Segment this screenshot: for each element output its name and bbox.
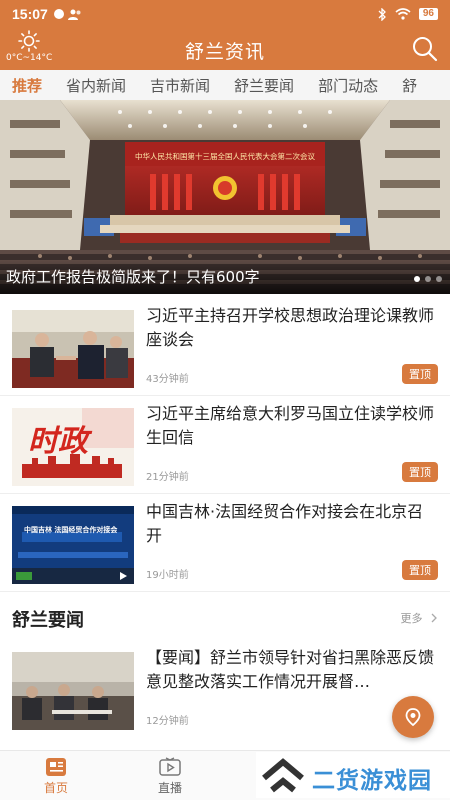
news-item[interactable]: 中国吉林 法国经贸合作对接会 中国吉林·法国经贸合作对接会在北京召开 19小时前… — [0, 494, 450, 592]
conference-thumb-text: 中国吉林 法国经贸合作对接会 — [24, 526, 118, 534]
contacts-icon — [67, 9, 81, 20]
news-thumbnail — [12, 652, 134, 730]
section-title: 舒兰要闻 — [12, 610, 84, 631]
watermark: 二货游戏园 — [256, 752, 450, 798]
bluetooth-icon — [378, 7, 386, 21]
more-link[interactable]: 更多 — [401, 610, 439, 626]
carousel-dot — [414, 276, 420, 282]
app-title: 舒兰资讯 — [184, 41, 265, 63]
search-button[interactable] — [410, 34, 440, 64]
pinned-badge: 置顶 — [402, 462, 438, 482]
news-title: 习近平主持召开学校思想政治理论课教师座谈会 — [146, 306, 435, 349]
battery-indicator: 96 — [418, 8, 438, 20]
status-bar: 15:07 96 — [0, 0, 450, 28]
hero-banner-text: 中华人民共和国第十三届全国人民代表大会第二次会议 — [135, 151, 315, 161]
tab-shulan-news[interactable]: 舒兰要闻 — [222, 75, 306, 96]
hero-caption: 政府工作报告极简版来了！只有600字 — [0, 260, 450, 294]
location-float-button[interactable] — [392, 696, 434, 738]
nav-home-label: 首页 — [43, 781, 68, 795]
news-time: 43分钟前 — [146, 374, 189, 385]
watermark-text: 二货游戏园 — [312, 768, 432, 794]
news-item[interactable]: 时政 习近平主席给意大利罗马国立住读学校师生回信 21分钟前 置顶 — [0, 396, 450, 494]
news-title: 中国吉林·法国经贸合作对接会在北京召开 — [146, 502, 424, 545]
politics-thumb-text: 时政 — [28, 424, 88, 459]
tab-department-news[interactable]: 部门动态 — [306, 75, 390, 96]
news-time: 21分钟前 — [146, 472, 189, 483]
news-item[interactable]: 【要闻】舒兰市领导针对省扫黑除恶反馈意见整改落实工作情况开展督… 12分钟前 — [0, 640, 450, 738]
news-title: 习近平主席给意大利罗马国立住读学校师生回信 — [146, 404, 435, 447]
search-icon — [413, 37, 438, 62]
hero-carousel[interactable]: 中华人民共和国第十三届全国人民代表大会第二次会议 政府工作报告极简版来了！只有6… — [0, 100, 450, 294]
pinned-badge: 置顶 — [402, 364, 438, 384]
watermark-logo-icon — [262, 758, 304, 793]
more-label: 更多 — [400, 612, 423, 625]
meeting-photo — [12, 310, 134, 388]
nav-live[interactable]: 直播 — [140, 757, 200, 796]
pinned-badge: 置顶 — [402, 560, 438, 580]
tab-more-cropped[interactable]: 舒 — [390, 75, 429, 96]
status-time: 15:07 — [12, 6, 48, 22]
news-time: 19小时前 — [146, 570, 189, 581]
news-time: 12分钟前 — [146, 716, 189, 727]
meeting-room-photo — [12, 652, 134, 730]
nav-home[interactable]: 首页 — [26, 757, 86, 796]
chevron-right-icon — [431, 613, 437, 623]
home-news-icon — [46, 758, 66, 776]
live-video-icon — [159, 757, 181, 776]
carousel-indicator — [414, 276, 442, 282]
app-header: 0°C~14°C 舒兰资讯 — [0, 28, 450, 70]
carousel-dot — [436, 276, 442, 282]
tab-city-news[interactable]: 吉市新闻 — [138, 75, 222, 96]
tab-recommended[interactable]: 推荐 — [0, 75, 54, 96]
tab-province-news[interactable]: 省内新闻 — [54, 75, 138, 96]
section-header: 舒兰要闻 更多 — [0, 594, 450, 638]
news-thumbnail — [12, 310, 134, 388]
news-item[interactable]: 习近平主持召开学校思想政治理论课教师座谈会 43分钟前 置顶 — [0, 298, 450, 396]
conference-video-image — [12, 506, 134, 584]
notification-icon — [53, 9, 64, 19]
wifi-icon — [395, 8, 411, 20]
news-title: 【要闻】舒兰市领导针对省扫黑除恶反馈意见整改落实工作情况开展督… — [146, 648, 435, 691]
carousel-dot — [425, 276, 431, 282]
news-thumbnail: 中国吉林 法国经贸合作对接会 — [12, 506, 134, 584]
location-pin-icon — [405, 708, 421, 727]
news-thumbnail: 时政 — [12, 408, 134, 486]
category-tabs: 推荐 省内新闻 吉市新闻 舒兰要闻 部门动态 舒 — [0, 70, 450, 100]
nav-live-label: 直播 — [157, 781, 182, 795]
